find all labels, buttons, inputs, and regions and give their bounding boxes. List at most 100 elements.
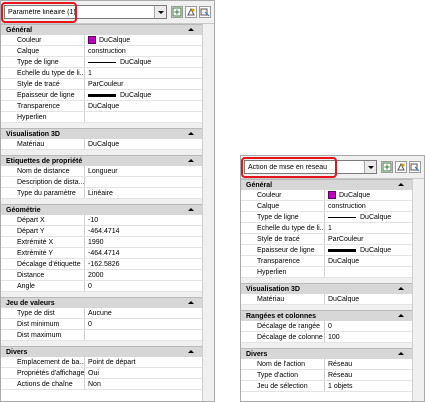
collapse-icon[interactable] xyxy=(188,301,194,304)
property-row-depart-x[interactable]: Départ X -10 xyxy=(1,215,202,226)
property-value[interactable]: 1990 xyxy=(85,237,202,247)
property-row-dist-maximum[interactable]: Dist maximum xyxy=(1,330,202,341)
property-value[interactable]: -464.4714 xyxy=(85,226,202,236)
property-row-nom-de-distance[interactable]: Nom de distance Longueur xyxy=(1,166,202,177)
property-value[interactable]: DuCalque xyxy=(85,35,202,45)
property-row-angle[interactable]: Angle 0 xyxy=(1,281,202,292)
collapse-icon[interactable] xyxy=(398,183,404,186)
property-value[interactable] xyxy=(325,267,412,277)
property-row-materiau[interactable]: Matériau DuCalque xyxy=(241,294,412,305)
property-row-calque[interactable]: Calque construction xyxy=(241,201,412,212)
property-row-nom-de-l-action[interactable]: Nom de l'action Réseau xyxy=(241,359,412,370)
property-value[interactable]: 0 xyxy=(85,281,202,291)
collapse-icon[interactable] xyxy=(398,352,404,355)
property-row-proprietes-d-affichage[interactable]: Propriétés d'affichage Oui xyxy=(1,368,202,379)
property-row-style-de-trace[interactable]: Style de tracé ParCouleur xyxy=(1,79,202,90)
property-row-type-d-action[interactable]: Type d'action Réseau xyxy=(241,370,412,381)
collapse-icon[interactable] xyxy=(188,132,194,135)
property-row-description-de-dista[interactable]: Description de dista... xyxy=(1,177,202,188)
quick-select-icon[interactable] xyxy=(395,161,407,173)
property-value[interactable]: 2000 xyxy=(85,270,202,280)
property-row-decalage-de-colonne[interactable]: Décalage de colonne 100 xyxy=(241,332,412,343)
property-row-hyperlien[interactable]: Hyperlien xyxy=(1,112,202,123)
property-value[interactable]: construction xyxy=(325,201,412,211)
property-value[interactable]: DuCalque xyxy=(325,256,412,266)
property-row-type-de-ligne[interactable]: Type de ligne DuCalque xyxy=(241,212,412,223)
quick-select-icon[interactable] xyxy=(185,6,197,18)
add-selection-icon[interactable] xyxy=(171,6,183,18)
property-value[interactable]: Point de départ xyxy=(85,357,202,367)
property-value[interactable]: 0 xyxy=(325,321,412,331)
property-value[interactable]: ParCouleur xyxy=(85,79,202,89)
property-row-type-de-dist[interactable]: Type de dist Aucune xyxy=(1,308,202,319)
vertical-scrollbar[interactable] xyxy=(412,179,424,401)
property-row-style-de-trace[interactable]: Style de tracé ParCouleur xyxy=(241,234,412,245)
section-header-general[interactable]: Général xyxy=(1,24,202,35)
property-value[interactable]: -162.5826 xyxy=(85,259,202,269)
property-value[interactable]: DuCalque xyxy=(325,190,412,200)
property-value[interactable]: 100 xyxy=(325,332,412,342)
property-row-decalage-d-etiquette[interactable]: Décalage d'étiquette -162.5826 xyxy=(1,259,202,270)
property-value[interactable]: DuCalque xyxy=(85,90,202,100)
property-row-echelle-du-type-de-li[interactable]: Echelle du type de li... 1 xyxy=(1,68,202,79)
property-value[interactable]: Aucune xyxy=(85,308,202,318)
property-value[interactable]: -464.4714 xyxy=(85,248,202,258)
collapse-icon[interactable] xyxy=(398,287,404,290)
property-value[interactable]: construction xyxy=(85,46,202,56)
section-header-etiquettes-de-propriete[interactable]: Etiquettes de propriété xyxy=(1,155,202,166)
section-header-visualisation-3d[interactable]: Visualisation 3D xyxy=(1,128,202,139)
property-value[interactable]: Réseau xyxy=(325,370,412,380)
section-header-geometrie[interactable]: Géométrie xyxy=(1,204,202,215)
vertical-scrollbar[interactable] xyxy=(202,24,214,401)
property-row-couleur[interactable]: Couleur DuCalque xyxy=(241,190,412,201)
property-row-transparence[interactable]: Transparence DuCalque xyxy=(241,256,412,267)
property-value[interactable]: 1 objets xyxy=(325,381,412,391)
property-value[interactable]: DuCalque xyxy=(325,245,412,255)
property-row-echelle-du-type-de-li[interactable]: Echelle du type de li... 1 xyxy=(241,223,412,234)
collapse-icon[interactable] xyxy=(188,159,194,162)
property-value[interactable]: 1 xyxy=(325,223,412,233)
add-selection-icon[interactable] xyxy=(381,161,393,173)
property-row-transparence[interactable]: Transparence DuCalque xyxy=(1,101,202,112)
property-value[interactable]: -10 xyxy=(85,215,202,225)
property-row-jeu-de-selection[interactable]: Jeu de sélection 1 objets xyxy=(241,381,412,392)
property-value[interactable] xyxy=(85,112,202,122)
property-value[interactable]: DuCalque xyxy=(85,101,202,111)
property-value[interactable]: DuCalque xyxy=(325,294,412,304)
property-value[interactable]: DuCalque xyxy=(325,212,412,222)
section-header-rangees-et-colonnes[interactable]: Rangées et colonnes xyxy=(241,310,412,321)
property-row-decalage-de-rangee[interactable]: Décalage de rangée 0 xyxy=(241,321,412,332)
property-row-distance[interactable]: Distance 2000 xyxy=(1,270,202,281)
collapse-icon[interactable] xyxy=(188,208,194,211)
property-row-couleur[interactable]: Couleur DuCalque xyxy=(1,35,202,46)
property-value[interactable]: DuCalque xyxy=(85,57,202,67)
property-row-dist-minimum[interactable]: Dist minimum 0 xyxy=(1,319,202,330)
property-row-epaisseur-de-ligne[interactable]: Epaisseur de ligne DuCalque xyxy=(241,245,412,256)
property-value[interactable]: Longueur xyxy=(85,166,202,176)
property-row-emplacement-de-ba[interactable]: Emplacement de ba... Point de départ xyxy=(1,357,202,368)
property-row-extremite-y[interactable]: Extrémité Y -464.4714 xyxy=(1,248,202,259)
property-row-calque[interactable]: Calque construction xyxy=(1,46,202,57)
property-value[interactable]: DuCalque xyxy=(85,139,202,149)
property-row-depart-y[interactable]: Départ Y -464.4714 xyxy=(1,226,202,237)
property-value[interactable] xyxy=(85,177,202,187)
section-header-visualisation-3d[interactable]: Visualisation 3D xyxy=(241,283,412,294)
collapse-icon[interactable] xyxy=(398,314,404,317)
toggle-pickadd-icon[interactable] xyxy=(199,6,211,18)
section-header-divers[interactable]: Divers xyxy=(241,348,412,359)
section-header-jeu-de-valeurs[interactable]: Jeu de valeurs xyxy=(1,297,202,308)
property-value[interactable] xyxy=(85,330,202,340)
property-value[interactable]: ParCouleur xyxy=(325,234,412,244)
property-row-materiau[interactable]: Matériau DuCalque xyxy=(1,139,202,150)
collapse-icon[interactable] xyxy=(188,28,194,31)
collapse-icon[interactable] xyxy=(188,350,194,353)
property-row-hyperlien[interactable]: Hyperlien xyxy=(241,267,412,278)
section-header-divers[interactable]: Divers xyxy=(1,346,202,357)
property-value[interactable]: 1 xyxy=(85,68,202,78)
property-row-epaisseur-de-ligne[interactable]: Epaisseur de ligne DuCalque xyxy=(1,90,202,101)
toggle-pickadd-icon[interactable] xyxy=(409,161,421,173)
property-value[interactable]: Réseau xyxy=(325,359,412,369)
property-value[interactable]: Linéaire xyxy=(85,188,202,198)
property-row-extremite-x[interactable]: Extrémité X 1990 xyxy=(1,237,202,248)
property-value[interactable]: Oui xyxy=(85,368,202,378)
